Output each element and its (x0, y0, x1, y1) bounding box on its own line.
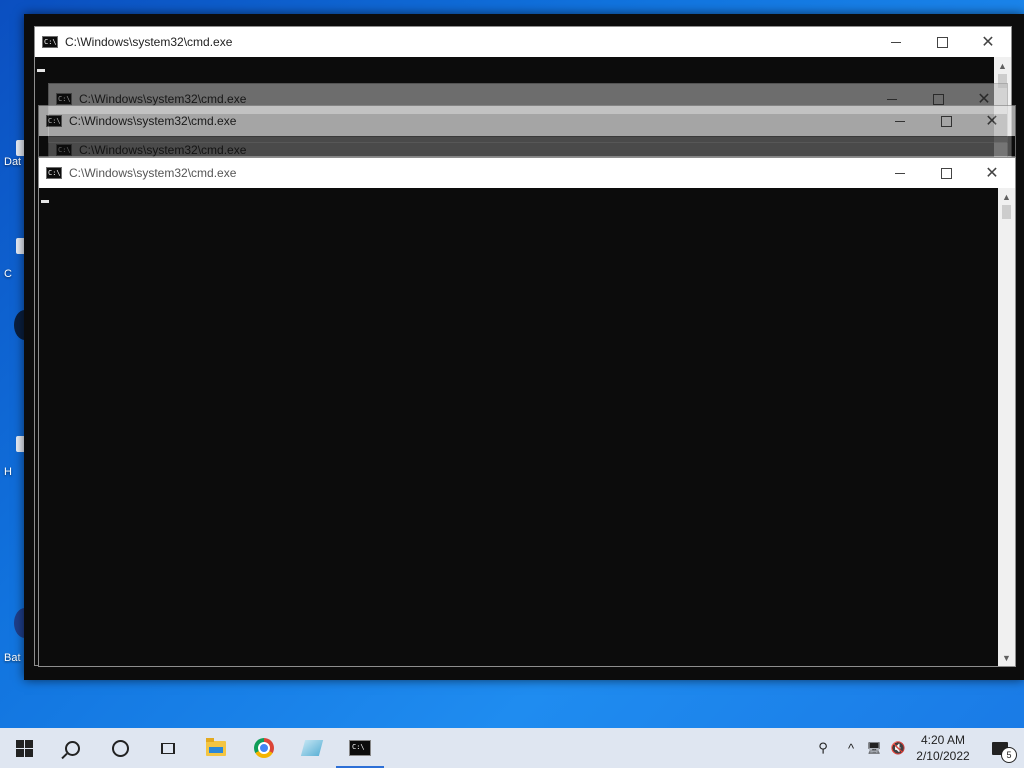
task-view-icon (161, 742, 175, 754)
close-icon: ✕ (981, 32, 995, 51)
system-tray: ⚲ ^ 🖥 🔇 4:20 AM 2/10/2022 5 (806, 728, 1024, 768)
cmd-app-icon: C:\ (42, 36, 58, 48)
close-icon: ✕ (985, 163, 999, 182)
notepad-icon (300, 740, 324, 756)
command-prompt-button[interactable]: C:\ (336, 728, 384, 768)
window-title: C:\Windows\system32\cmd.exe (69, 114, 237, 128)
window-title: C:\Windows\system32\cmd.exe (79, 143, 247, 157)
clock-date: 2/10/2022 (916, 749, 970, 763)
minimize-button[interactable] (877, 158, 923, 188)
network-button[interactable]: 🖥 (862, 728, 886, 768)
text-cursor (49, 128, 57, 131)
title-bar[interactable]: C:\ C:\Windows\system32\cmd.exe ✕ (39, 158, 1015, 188)
folder-icon (206, 737, 226, 756)
command-prompt-icon: C:\ (349, 740, 371, 756)
notification-icon: 5 (992, 741, 1017, 763)
cmd-window-active[interactable]: C:\ C:\Windows\system32\cmd.exe ✕ ▲ ▼ (38, 157, 1016, 667)
cmd-app-icon: C:\ (46, 115, 62, 127)
minimize-icon (895, 120, 905, 122)
network-icon: 🖥 (866, 741, 882, 755)
minimize-button[interactable] (873, 27, 919, 57)
maximize-button[interactable] (923, 106, 969, 136)
chrome-icon (254, 738, 274, 758)
notification-count-badge: 5 (1001, 746, 1017, 763)
scroll-down-button[interactable]: ▼ (998, 649, 1015, 666)
minimize-icon (891, 41, 901, 43)
action-center-button[interactable]: 5 (976, 728, 1024, 768)
window-title: C:\Windows\system32\cmd.exe (69, 166, 237, 180)
cortana-icon (111, 739, 129, 757)
windows-logo-icon (15, 739, 33, 757)
cortana-button[interactable] (96, 728, 144, 768)
window-title: C:\Windows\system32\cmd.exe (79, 92, 247, 106)
maximize-button[interactable] (923, 158, 969, 188)
search-icon (64, 740, 80, 756)
minimize-button[interactable] (877, 106, 923, 136)
close-icon: ✕ (985, 111, 999, 130)
maximize-icon (940, 167, 952, 179)
close-button[interactable]: ✕ (969, 106, 1015, 136)
file-explorer-button[interactable] (192, 728, 240, 768)
scroll-up-button[interactable]: ▲ (994, 57, 1011, 74)
scroll-thumb[interactable] (1002, 205, 1011, 219)
maximize-icon (932, 93, 944, 105)
desktop: Dat C H Bat C:\ C:\Windows\system32\cmd.… (0, 0, 1024, 728)
title-bar[interactable]: C:\ C:\Windows\system32\cmd.exe ✕ (39, 106, 1015, 136)
minimize-icon (887, 98, 897, 100)
scroll-up-button[interactable]: ▲ (998, 188, 1015, 205)
text-cursor (41, 200, 49, 203)
maximize-icon (940, 115, 952, 127)
search-button[interactable] (48, 728, 96, 768)
volume-muted-icon: 🔇 (890, 741, 906, 755)
chevron-up-icon: ^ (847, 740, 855, 756)
cmd-app-icon: C:\ (56, 93, 72, 105)
minimize-icon (895, 172, 905, 174)
cmd-app-icon: C:\ (56, 144, 72, 156)
text-cursor (37, 69, 45, 72)
clock[interactable]: 4:20 AM 2/10/2022 (910, 728, 976, 768)
vertical-scrollbar[interactable]: ▲ ▼ (998, 188, 1015, 666)
people-button[interactable]: ⚲ (806, 728, 840, 768)
chrome-button[interactable] (240, 728, 288, 768)
window-title: C:\Windows\system32\cmd.exe (65, 35, 233, 49)
show-hidden-icons-button[interactable]: ^ (840, 728, 862, 768)
close-button[interactable]: ✕ (969, 158, 1015, 188)
start-button[interactable] (0, 728, 48, 768)
volume-button[interactable]: 🔇 (886, 728, 910, 768)
maximize-button[interactable] (919, 27, 965, 57)
title-bar[interactable]: C:\ C:\Windows\system32\cmd.exe ✕ (35, 27, 1011, 57)
clock-time: 4:20 AM (920, 733, 965, 747)
close-button[interactable]: ✕ (965, 27, 1011, 57)
task-view-button[interactable] (144, 728, 192, 768)
people-icon: ⚲ (818, 740, 828, 755)
taskbar: C:\ ⚲ ^ 🖥 🔇 4:20 AM 2/10/2022 5 (0, 728, 1024, 768)
maximize-icon (936, 36, 948, 48)
notepad-button[interactable] (288, 728, 336, 768)
cmd-app-icon: C:\ (46, 167, 62, 179)
